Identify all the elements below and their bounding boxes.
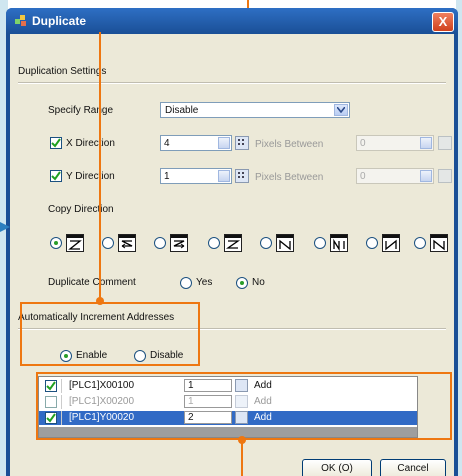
copy-direction-radio-8[interactable] <box>414 237 426 249</box>
z-right-arrow-icon[interactable] <box>170 234 188 252</box>
n-reverse-icon[interactable] <box>382 234 400 252</box>
specify-range-select[interactable]: Disable <box>160 102 350 118</box>
y-direction-input[interactable]: 1 <box>160 168 232 184</box>
copy-direction-label: Copy Direction <box>48 204 114 215</box>
keypad-icon <box>438 136 452 150</box>
callout-increment-box <box>20 302 200 366</box>
spin-arrows-icon <box>420 137 432 149</box>
copy-direction-radio-4[interactable] <box>208 237 220 249</box>
comment-yes-radio[interactable] <box>180 277 192 289</box>
callout-table-box <box>36 372 452 440</box>
z-reverse-icon[interactable] <box>118 234 136 252</box>
y-pixels-between-label: Pixels Between <box>255 172 324 183</box>
x-direction-label: X Direction <box>66 138 115 149</box>
copy-direction-radio-3[interactable] <box>154 237 166 249</box>
callout-line-increment <box>99 32 101 298</box>
x-pixels-between-input: 0 <box>356 135 434 151</box>
duplicate-app-icon <box>15 15 26 26</box>
comment-yes-label: Yes <box>196 277 213 288</box>
x-direction-input[interactable]: 4 <box>160 135 232 151</box>
x-pixels-between-label: Pixels Between <box>255 139 324 150</box>
close-button[interactable]: X <box>432 12 454 32</box>
dialog-client-area: Duplication Settings Specify Range Disab… <box>10 32 454 476</box>
copy-direction-radio-6[interactable] <box>314 237 326 249</box>
duplicate-comment-label: Duplicate Comment <box>48 277 136 288</box>
ok-button[interactable]: OK (O) <box>302 459 372 476</box>
n-right-icon[interactable] <box>430 234 448 252</box>
cancel-button[interactable]: Cancel <box>380 459 446 476</box>
x-direction-checkbox[interactable] <box>50 137 62 149</box>
copy-direction-radio-2[interactable] <box>102 237 114 249</box>
specify-range-value: Disable <box>165 105 199 116</box>
window-title: Duplicate <box>32 14 87 28</box>
y-pixels-between-input: 0 <box>356 168 434 184</box>
chevron-down-icon[interactable] <box>334 104 348 116</box>
x-direction-value: 4 <box>164 138 170 149</box>
n-down-icon[interactable] <box>276 234 294 252</box>
spin-arrows-icon[interactable] <box>218 137 230 149</box>
y-direction-value: 1 <box>164 171 170 182</box>
y-pixels-value: 0 <box>360 171 366 182</box>
y-direction-checkbox[interactable] <box>50 170 62 182</box>
callout-dot-increment <box>96 297 104 305</box>
duplicate-dialog: Duplicate X Duplication Settings Specify… <box>6 8 458 476</box>
keypad-icon[interactable] <box>235 169 249 183</box>
n-variant-icon[interactable] <box>330 234 348 252</box>
x-pixels-value: 0 <box>360 138 366 149</box>
y-direction-label: Y Direction <box>66 171 115 182</box>
copy-direction-radio-5[interactable] <box>260 237 272 249</box>
spin-arrows-icon <box>420 170 432 182</box>
copy-direction-radio-7[interactable] <box>366 237 378 249</box>
keypad-icon[interactable] <box>235 136 249 150</box>
divider <box>18 82 446 84</box>
arrow-right-icon <box>0 222 10 232</box>
z-left-arrow-icon[interactable] <box>224 234 242 252</box>
comment-no-label: No <box>252 277 265 288</box>
keypad-icon <box>438 169 452 183</box>
comment-no-radio[interactable] <box>236 277 248 289</box>
callout-line-table <box>241 440 243 476</box>
z-left-to-right-icon[interactable] <box>66 234 84 252</box>
specify-range-label: Specify Range <box>48 105 114 116</box>
copy-direction-radio-1[interactable] <box>50 237 62 249</box>
spin-arrows-icon[interactable] <box>218 170 230 182</box>
title-bar[interactable]: Duplicate X <box>6 8 458 34</box>
duplication-settings-label: Duplication Settings <box>18 66 107 77</box>
